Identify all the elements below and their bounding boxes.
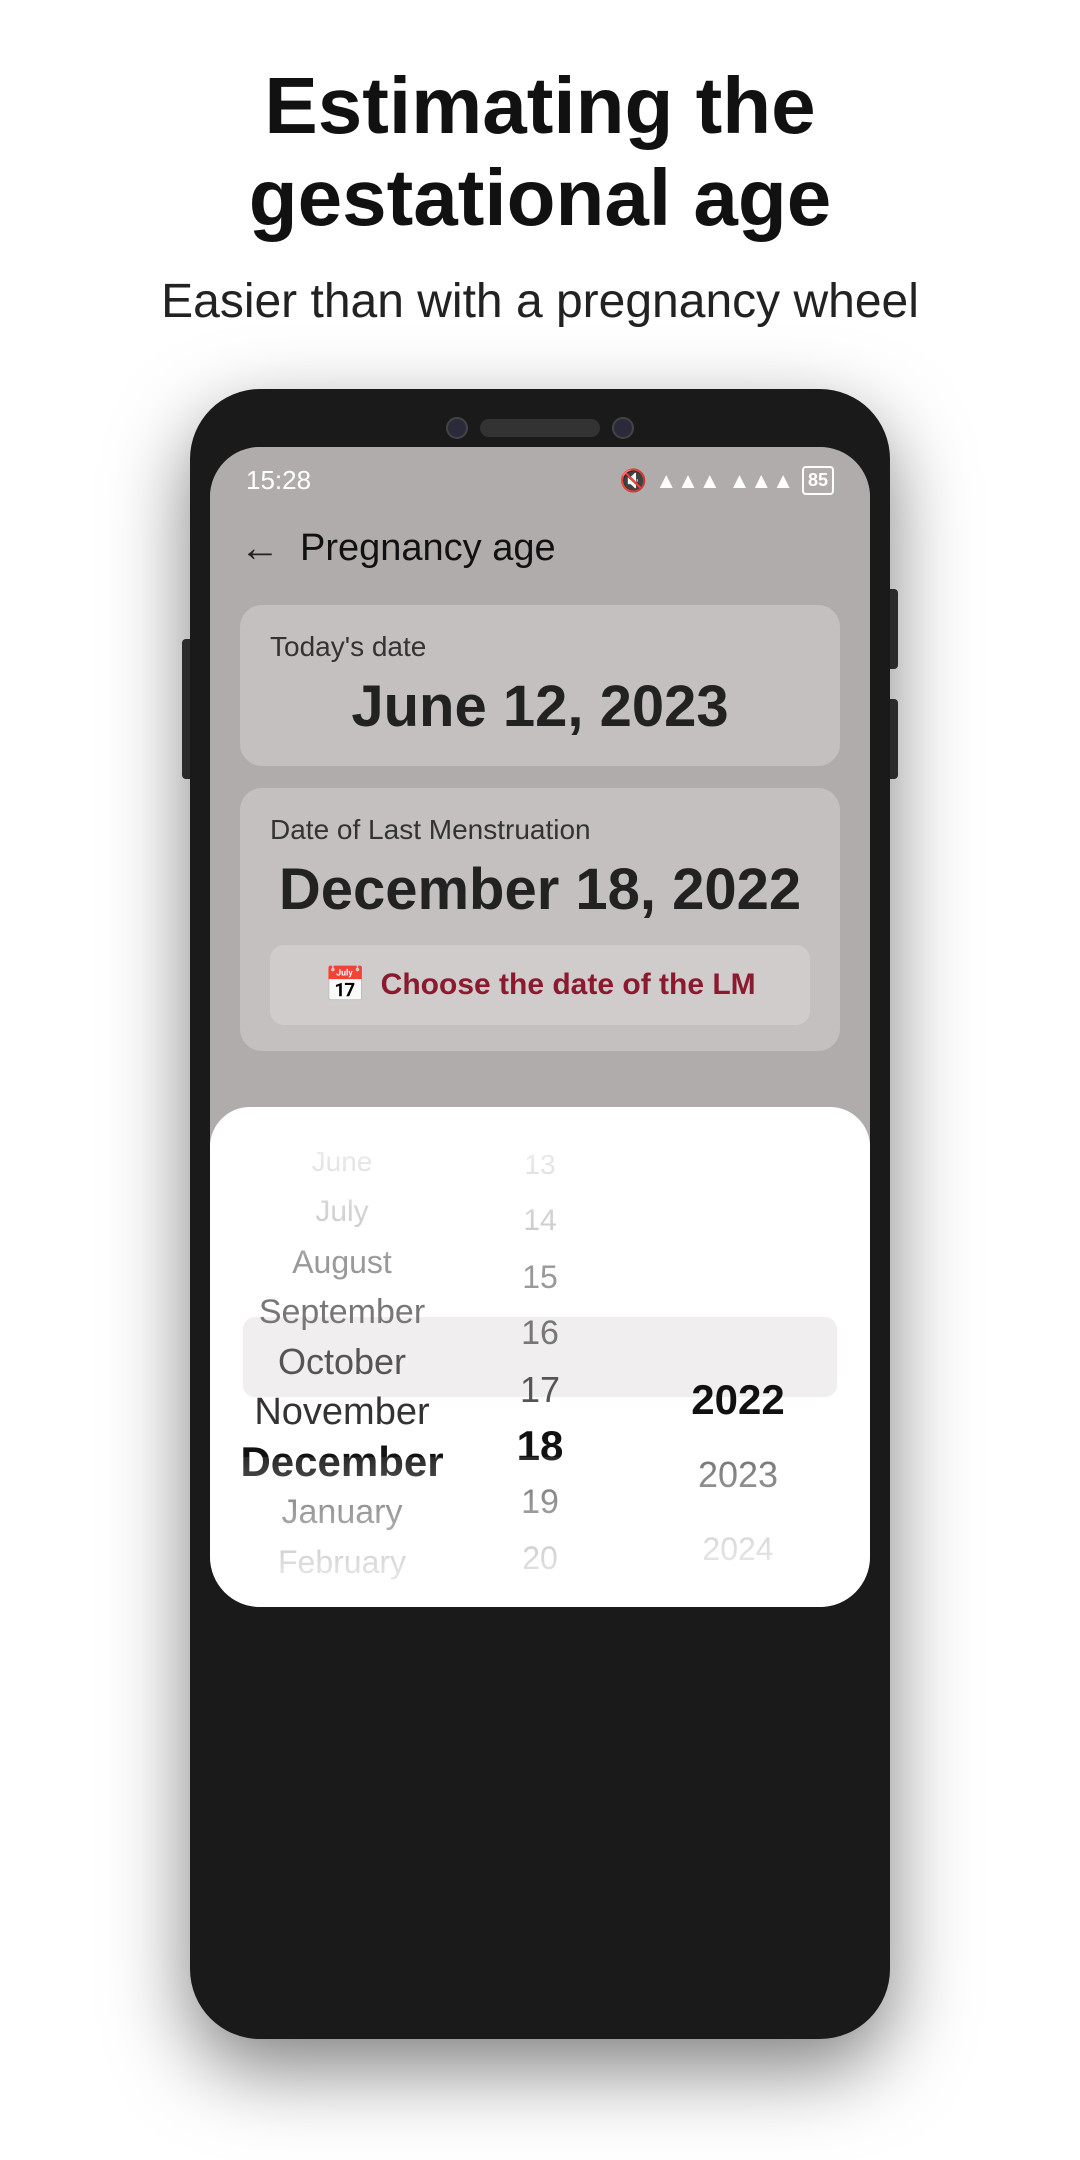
day-item-19[interactable]: 19 <box>474 1475 606 1531</box>
year-item-2022[interactable]: 2022 <box>606 1362 870 1437</box>
today-date-card: Today's date June 12, 2023 <box>240 605 840 766</box>
speaker-icon <box>480 419 600 437</box>
phone-screen: 15:28 🔇 ▲▲▲ ▲▲▲ 85 ← Pregnancy age <box>210 447 870 1607</box>
month-item-february[interactable]: February <box>210 1537 474 1587</box>
day-item-17[interactable]: 17 <box>474 1362 606 1418</box>
status-time: 15:28 <box>246 465 311 496</box>
status-bar: 15:28 🔇 ▲▲▲ ▲▲▲ 85 <box>210 447 870 506</box>
picker-container[interactable]: June July August September October Novem… <box>210 1107 870 1607</box>
day-item-15[interactable]: 15 <box>474 1250 606 1306</box>
front-camera-icon <box>446 417 468 439</box>
volume-up-button[interactable] <box>890 589 898 669</box>
month-item-july[interactable]: July <box>210 1187 474 1237</box>
lm-date-card: Date of Last Menstruation December 18, 2… <box>240 788 840 1051</box>
day-item-13[interactable]: 13 <box>474 1137 606 1193</box>
day-item-16[interactable]: 16 <box>474 1306 606 1362</box>
page-subtitle: Easier than with a pregnancy wheel <box>80 274 1000 329</box>
day-item-20[interactable]: 20 <box>474 1531 606 1587</box>
battery-icon: 85 <box>802 466 834 495</box>
app-bar: ← Pregnancy age <box>210 506 870 595</box>
month-item-december[interactable]: December <box>210 1437 474 1487</box>
mute-icon: 🔇 <box>620 468 647 494</box>
month-item-october[interactable]: October <box>210 1337 474 1387</box>
day-picker-column[interactable]: 13 14 15 16 17 18 19 20 <box>474 1137 606 1587</box>
phone-frame-wrapper: 15:28 🔇 ▲▲▲ ▲▲▲ 85 ← Pregnancy age <box>0 369 1080 2099</box>
power-button[interactable] <box>182 639 190 779</box>
volume-down-button[interactable] <box>890 699 898 779</box>
year-item-2024[interactable]: 2024 <box>606 1512 870 1587</box>
year-picker-column[interactable]: 2022 2023 2024 <box>606 1137 870 1587</box>
status-icons: 🔇 ▲▲▲ ▲▲▲ 85 <box>620 466 834 495</box>
month-item-june[interactable]: June <box>210 1137 474 1187</box>
calendar-icon: 📅 <box>324 965 366 1005</box>
today-date-value: June 12, 2023 <box>270 673 810 740</box>
month-item-august[interactable]: August <box>210 1237 474 1287</box>
day-item-18[interactable]: 18 <box>474 1418 606 1474</box>
month-item-september[interactable]: September <box>210 1287 474 1337</box>
phone-notch <box>210 417 870 439</box>
app-content: Today's date June 12, 2023 Date of Last … <box>210 595 870 1103</box>
year-item-2023[interactable]: 2023 <box>606 1437 870 1512</box>
month-item-november[interactable]: November <box>210 1387 474 1437</box>
lm-date-label: Date of Last Menstruation <box>270 814 810 846</box>
month-picker-column[interactable]: June July August September October Novem… <box>210 1137 474 1587</box>
back-button[interactable]: ← <box>240 526 280 571</box>
page-header: Estimating the gestational age Easier th… <box>0 0 1080 369</box>
month-item-january[interactable]: January <box>210 1487 474 1537</box>
choose-date-button[interactable]: 📅 Choose the date of the LM <box>270 945 810 1025</box>
date-picker-panel[interactable]: June July August September October Novem… <box>210 1107 870 1607</box>
phone-frame: 15:28 🔇 ▲▲▲ ▲▲▲ 85 ← Pregnancy age <box>190 389 890 2039</box>
page-title: Estimating the gestational age <box>80 60 1000 244</box>
signal-2-icon: ▲▲▲ <box>729 468 794 494</box>
lm-date-value: December 18, 2022 <box>270 856 810 923</box>
app-bar-title: Pregnancy age <box>300 527 556 570</box>
signal-icon: ▲▲▲ <box>655 468 720 494</box>
choose-date-label: Choose the date of the LM <box>381 968 756 1002</box>
battery-level: 85 <box>808 470 828 491</box>
front-camera-2-icon <box>612 417 634 439</box>
day-item-14[interactable]: 14 <box>474 1193 606 1249</box>
today-date-label: Today's date <box>270 631 810 663</box>
